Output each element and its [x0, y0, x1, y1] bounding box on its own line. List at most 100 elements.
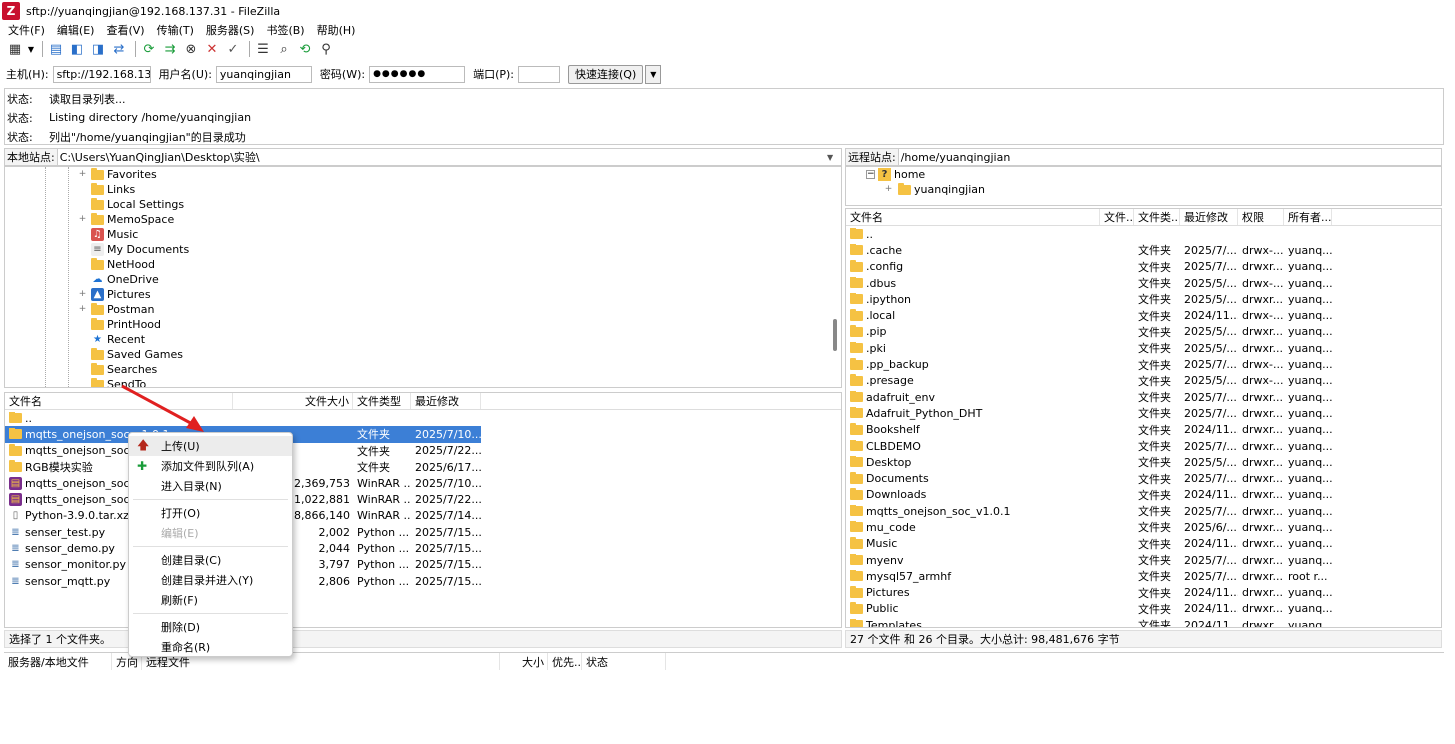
context-menu-item-u[interactable]: 🡅 上传(U)	[129, 436, 292, 456]
expand-icon[interactable]	[77, 243, 88, 256]
expand-icon[interactable]: +	[77, 303, 88, 316]
table-row[interactable]: .presage 文件夹 2025/5/... drwx-... yuanq...	[846, 373, 1441, 389]
tree-row[interactable]: + ▲ Pictures	[79, 287, 189, 302]
expand-icon[interactable]	[77, 258, 88, 271]
site-manager-icon[interactable]: ▦	[6, 40, 24, 58]
port-input[interactable]	[518, 65, 561, 83]
filter-icon[interactable]: ☰	[254, 40, 272, 58]
menu-file[interactable]: 文件(F)	[8, 22, 45, 38]
tree-row[interactable]: + MemoSpace	[79, 212, 189, 227]
menu-transfer[interactable]: 传输(T)	[157, 22, 194, 38]
table-row[interactable]: mysql57_armhf 文件夹 2025/7/... drwxr... root r…	[846, 568, 1441, 584]
menu-edit[interactable]: 编辑(E)	[57, 22, 95, 38]
expand-icon[interactable]: +	[77, 213, 88, 226]
tree-row[interactable]: Saved Games	[89, 347, 189, 362]
toggle-local-tree-icon[interactable]: ◧	[68, 40, 86, 58]
col-filename[interactable]: 文件名	[846, 209, 1100, 225]
expand-icon[interactable]	[77, 228, 88, 241]
expand-icon[interactable]: +	[77, 288, 88, 301]
table-row[interactable]: mu_code 文件夹 2025/6/... drwxr... yuanq...	[846, 519, 1441, 535]
table-row[interactable]: .ipython 文件夹 2025/5/... drwxr... yuanq...	[846, 291, 1441, 307]
context-menu-item-a[interactable]: ✚ 添加文件到队列(A)	[129, 456, 292, 476]
col-priority[interactable]: 优先...	[548, 653, 582, 670]
expand-icon[interactable]	[77, 363, 88, 376]
table-row[interactable]: .local 文件夹 2024/11... drwx-... yuanq...	[846, 307, 1441, 323]
table-row[interactable]: Public 文件夹 2024/11... drwxr... yuanq...	[846, 601, 1441, 617]
col-filesize[interactable]: 文件大小	[233, 393, 353, 409]
reconnect-icon[interactable]: ✓	[224, 40, 242, 58]
tree-row[interactable]: ≡ My Documents	[89, 242, 189, 257]
tree-row[interactable]: PrintHood	[89, 317, 189, 332]
toggle-queue-icon[interactable]: ⇄	[110, 40, 128, 58]
table-row[interactable]: Bookshelf 文件夹 2024/11... drwxr... yuanq...	[846, 422, 1441, 438]
expand-icon[interactable]	[77, 348, 88, 361]
table-row[interactable]: .cache 文件夹 2025/7/... drwx-... yuanq...	[846, 242, 1441, 258]
tree-row[interactable]: + Favorites	[79, 167, 189, 182]
chevron-down-icon[interactable]: ▼	[827, 153, 841, 162]
context-menu-item-r[interactable]: 重命名(R)	[129, 637, 292, 657]
username-input[interactable]: yuanqingjian	[215, 65, 312, 83]
table-row[interactable]: Music 文件夹 2024/11... drwxr... yuanq...	[846, 536, 1441, 552]
context-menu-item-c[interactable]: 创建目录(C)	[129, 550, 292, 570]
expand-icon[interactable]: +	[882, 183, 895, 196]
table-row[interactable]: CLBDEMO 文件夹 2025/7/... drwxr... yuanq...	[846, 438, 1441, 454]
compare-icon[interactable]: ⌕	[275, 40, 293, 58]
expand-icon[interactable]	[77, 198, 88, 211]
password-input[interactable]: ●●●●●●	[369, 65, 466, 83]
table-row[interactable]: .pki 文件夹 2025/5/... drwxr... yuanq...	[846, 340, 1441, 356]
tree-row[interactable]: Searches	[89, 362, 189, 377]
context-menu-item-f[interactable]: 刷新(F)	[129, 590, 292, 610]
col-owner[interactable]: 所有者...	[1284, 209, 1332, 225]
expand-icon[interactable]	[77, 333, 88, 346]
col-filetype[interactable]: 文件类...	[1134, 209, 1180, 225]
tree-row-home[interactable]: − ? home	[846, 167, 1441, 182]
table-row[interactable]: Documents 文件夹 2025/7/... drwxr... yuanq...	[846, 470, 1441, 486]
context-menu-item-o[interactable]: 打开(O)	[129, 503, 292, 523]
menu-bookmarks[interactable]: 书签(B)	[266, 22, 304, 38]
table-row[interactable]: myenv 文件夹 2025/7/... drwxr... yuanq...	[846, 552, 1441, 568]
local-path-input[interactable]: C:\Users\YuanQingJian\Desktop\实验\	[58, 149, 827, 165]
col-status[interactable]: 状态	[582, 653, 666, 670]
refresh-icon[interactable]: ⟳	[140, 40, 158, 58]
search-icon[interactable]: ⚲	[317, 40, 335, 58]
context-menu-item-n[interactable]: 进入目录(N)	[129, 476, 292, 496]
col-permissions[interactable]: 权限	[1238, 209, 1284, 225]
local-tree-scrollbar[interactable]	[833, 319, 837, 351]
table-row[interactable]: .config 文件夹 2025/7/... drwxr... yuanq...	[846, 259, 1441, 275]
table-row[interactable]: .pip 文件夹 2025/5/... drwxr... yuanq...	[846, 324, 1441, 340]
table-row[interactable]: Pictures 文件夹 2024/11... drwxr... yuanq...	[846, 585, 1441, 601]
expand-icon[interactable]	[77, 378, 88, 387]
host-input[interactable]: sftp://192.168.137.	[52, 65, 151, 83]
table-row[interactable]: Templates 文件夹 2024/11... drwxr... yuanq...	[846, 617, 1441, 627]
chevron-down-icon[interactable]: ▼	[645, 64, 662, 84]
col-size[interactable]: 大小	[500, 653, 548, 670]
chevron-down-icon[interactable]: ▼	[27, 40, 35, 58]
col-modified[interactable]: 最近修改	[1180, 209, 1238, 225]
col-filetype[interactable]: 文件类型	[353, 393, 411, 409]
table-row[interactable]: mqtts_onejson_soc_v1.0.1 文件夹 2025/7/... drw…	[846, 503, 1441, 519]
toggle-remote-tree-icon[interactable]: ◨	[89, 40, 107, 58]
table-row[interactable]: .pp_backup 文件夹 2025/7/... drwx-... yuanq...	[846, 356, 1441, 372]
toggle-log-icon[interactable]: ▤	[47, 40, 65, 58]
context-menu-item-d[interactable]: 删除(D)	[129, 617, 292, 637]
table-row[interactable]: adafruit_env 文件夹 2025/7/... drwxr... yuanq..…	[846, 389, 1441, 405]
remote-path-input[interactable]: /home/yuanqingjian	[899, 151, 1441, 164]
process-queue-icon[interactable]: ⇉	[161, 40, 179, 58]
tree-row[interactable]: NetHood	[89, 257, 189, 272]
tree-row[interactable]: ★ Recent	[89, 332, 189, 347]
menu-help[interactable]: 帮助(H)	[317, 22, 356, 38]
tree-row[interactable]: ♫ Music	[89, 227, 189, 242]
col-filesize[interactable]: 文件...	[1100, 209, 1134, 225]
menu-server[interactable]: 服务器(S)	[206, 22, 255, 38]
table-row[interactable]: Downloads 文件夹 2024/11... drwxr... yuanq...	[846, 487, 1441, 503]
expand-icon[interactable]	[77, 318, 88, 331]
collapse-icon[interactable]: −	[866, 170, 875, 179]
expand-icon[interactable]: +	[77, 168, 88, 181]
table-row[interactable]: .dbus 文件夹 2025/5/... drwx-... yuanq...	[846, 275, 1441, 291]
cancel-icon[interactable]: ⊗	[182, 40, 200, 58]
disconnect-icon[interactable]: ✕	[203, 40, 221, 58]
table-row[interactable]: Desktop 文件夹 2025/5/... drwxr... yuanq...	[846, 454, 1441, 470]
table-row[interactable]: ..	[846, 226, 1441, 242]
tree-row-yuanqingjian[interactable]: + yuanqingjian	[846, 182, 1441, 197]
col-local-file[interactable]: 服务器/本地文件	[4, 653, 112, 670]
